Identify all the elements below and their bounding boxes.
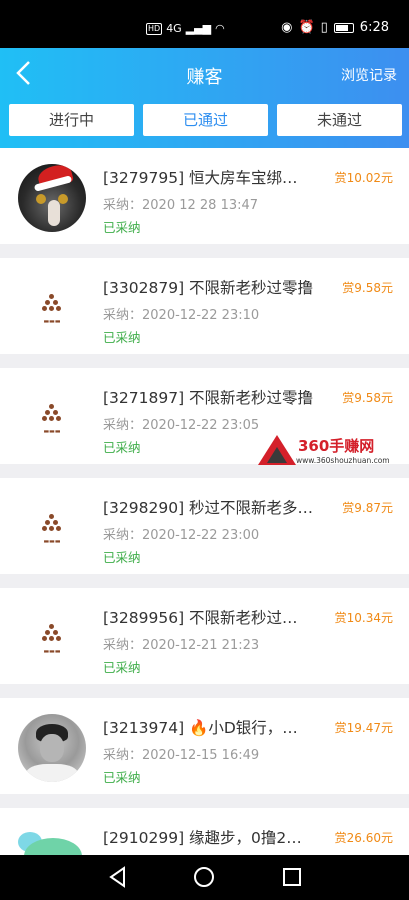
brand-logo-avatar: ▬▬▬ [18,384,86,452]
vibrate-icon: ▯ [320,20,328,35]
status-tabs: 进行中 已通过 未通过 [9,104,402,136]
brand-logo-avatar: ▬▬▬ [18,274,86,342]
list-item[interactable]: [3279795] 恒大房车宝绑… 赏10.02元 采纳：2020 12 28 … [0,148,409,244]
system-nav-bar [0,855,409,900]
status-label: 已采纳 [103,440,141,455]
accepted-date: 采纳：2020-12-22 23:10 [103,308,260,323]
brand-logo-avatar: ▬▬▬ [18,604,86,672]
status-label: 已采纳 [103,330,141,345]
status-label: 已采纳 [103,550,141,565]
clock: 6:28 [359,20,389,35]
task-title: [3213974] 🔥小D银行，… [103,719,298,737]
tab-approved[interactable]: 已通过 [143,104,268,136]
list-item[interactable]: ▬▬▬ [3302879] 不限新老秒过零撸 赏9.58元 采纳：2020-12… [0,258,409,354]
reward-amount: 赏9.87元 [342,501,393,515]
status-label: 已采纳 [103,220,141,235]
reward-amount: 赏10.02元 [334,171,393,185]
list-item[interactable]: ▬▬▬ [3298290] 秒过不限新老多… 赏9.87元 采纳：2020-12… [0,478,409,574]
network-indicators: HD 4G ▂▄▆ ◠ [146,22,225,35]
task-title: [2910299] 缘趣步，0撸2… [103,829,302,847]
task-title: [3271897] 不限新老秒过零撸 [103,389,314,407]
reward-amount: 赏19.47元 [334,721,393,735]
wifi-icon: ◠ [215,22,225,35]
task-title: [3289956] 不限新老秒过… [103,609,298,627]
tab-rejected[interactable]: 未通过 [277,104,402,136]
task-title: [3298290] 秒过不限新老多… [103,499,314,517]
status-bar: HD 4G ▂▄▆ ◠ ◉ ⏰ ▯ 6:28 [0,0,409,48]
nav-recent-icon[interactable] [280,865,304,889]
network-type: 4G [166,22,182,35]
reward-amount: 赏26.60元 [334,831,393,845]
watermark-url: www.360shouzhuan.com [296,456,390,465]
system-indicators: ◉ ⏰ ▯ 6:28 [281,20,389,35]
cat-christmas-avatar [18,164,86,232]
app-header: 赚客 浏览记录 进行中 已通过 未通过 [0,48,409,148]
list-item[interactable]: [2910299] 缘趣步，0撸2… 赏26.60元 [0,808,409,855]
task-title: [3279795] 恒大房车宝绑… [103,169,298,187]
mascot-avatar [18,830,86,855]
tab-in-progress[interactable]: 进行中 [9,104,134,136]
status-label: 已采纳 [103,770,141,785]
hd-badge: HD [146,22,163,35]
nav-home-icon[interactable] [192,865,216,889]
nav-back-icon[interactable] [106,865,130,889]
reward-amount: 赏9.58元 [342,391,393,405]
task-title: [3302879] 不限新老秒过零撸 [103,279,314,297]
site-watermark: 360手赚网 www.360shouzhuan.com [258,433,404,469]
list-item[interactable]: ▬▬▬ [3289956] 不限新老秒过… 赏10.34元 采纳：2020-12… [0,588,409,684]
list-item[interactable]: [3213974] 🔥小D银行，… 赏19.47元 采纳：2020-12-15 … [0,698,409,794]
status-label: 已采纳 [103,660,141,675]
accepted-date: 采纳：2020-12-21 21:23 [103,638,260,653]
reward-amount: 赏9.58元 [342,281,393,295]
watermark-text: 360手赚网 [298,437,375,455]
brand-logo-avatar: ▬▬▬ [18,494,86,562]
reward-amount: 赏10.34元 [334,611,393,625]
accepted-date: 采纳：2020-12-22 23:00 [103,528,260,543]
browse-history-link[interactable]: 浏览记录 [341,65,397,85]
signal-icon: ▂▄▆ [185,22,212,35]
accepted-date: 采纳：2020-12-15 16:49 [103,748,260,763]
battery-icon [333,22,354,33]
accepted-date: 采纳：2020 12 28 13:47 [103,198,259,213]
person-photo-avatar [18,714,86,782]
accepted-date: 采纳：2020-12-22 23:05 [103,418,260,433]
eye-icon: ◉ [281,20,293,35]
alarm-icon: ⏰ [298,20,315,35]
